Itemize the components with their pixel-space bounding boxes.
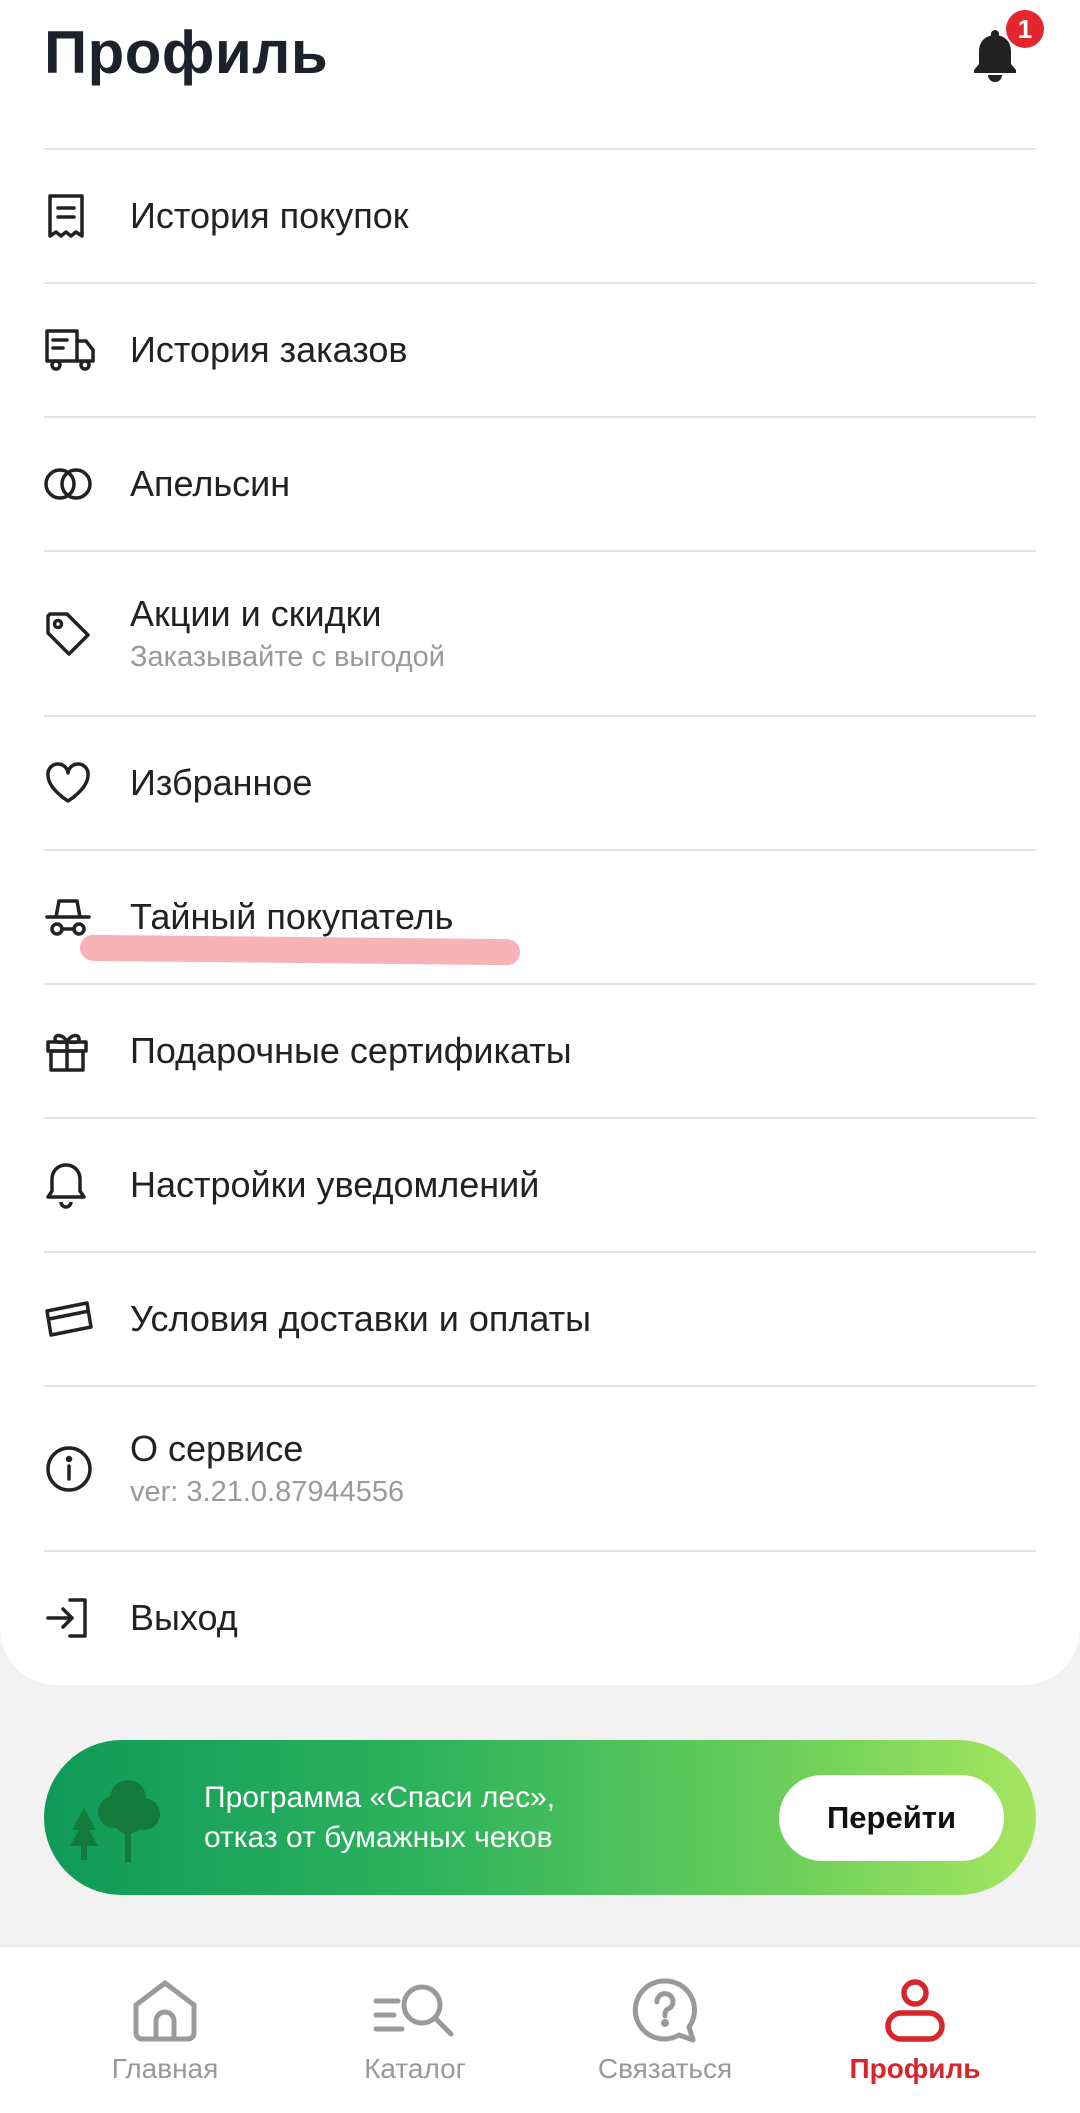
- menu-item-purchase-history[interactable]: История покупок: [44, 148, 1036, 282]
- receipt-icon: [44, 186, 104, 246]
- header: Профиль 1: [44, 0, 1044, 148]
- menu-item-about[interactable]: О сервисе ver: 3.21.0.87944556: [44, 1385, 1036, 1550]
- profile-icon: [885, 1979, 945, 2042]
- menu-item-order-history[interactable]: История заказов: [44, 282, 1036, 416]
- trees-icon: [62, 1768, 182, 1873]
- highlight-mark: [79, 934, 521, 966]
- notifications-button[interactable]: 1: [956, 10, 1044, 90]
- profile-menu: История покупок История заказов Апельсин…: [44, 148, 1036, 1684]
- catalog-search-icon: [373, 1984, 454, 2037]
- tab-contact[interactable]: Связаться: [565, 1947, 765, 2113]
- menu-item-gift-cards[interactable]: Подарочные сертификаты: [44, 983, 1036, 1117]
- promo-line-1: Программа «Спаси лес»,: [204, 1781, 556, 1814]
- menu-item-label: Подарочные сертификаты: [130, 1030, 572, 1071]
- menu-item-label: Акции и скидки: [130, 593, 382, 634]
- card-icon: [44, 1289, 104, 1349]
- menu-item-label: Апельсин: [130, 463, 291, 504]
- tab-label: Связаться: [597, 2053, 733, 2084]
- menu-item-label: История покупок: [130, 195, 409, 236]
- tab-label: Главная: [111, 2053, 219, 2084]
- home-icon: [133, 1980, 197, 2042]
- bell-icon: [44, 1155, 104, 1215]
- tab-profile[interactable]: Профиль: [815, 1947, 1015, 2113]
- menu-item-apelsin[interactable]: Апельсин: [44, 416, 1036, 550]
- menu-item-notification-settings[interactable]: Настройки уведомлений: [44, 1117, 1036, 1251]
- menu-item-label: О сервисе: [130, 1428, 304, 1469]
- promo-text: Программа «Спаси лес», отказ от бумажных…: [204, 1778, 555, 1858]
- rings-icon: [44, 454, 104, 514]
- notification-badge: 1: [1006, 10, 1044, 48]
- menu-item-promotions[interactable]: Акции и скидки Заказывайте с выгодой: [44, 550, 1036, 715]
- menu-item-label: Тайный покупатель: [130, 896, 454, 937]
- tag-icon: [44, 604, 104, 664]
- tab-label: Профиль: [849, 2053, 981, 2084]
- menu-item-favorites[interactable]: Избранное: [44, 715, 1036, 849]
- menu-item-label: История заказов: [130, 329, 408, 370]
- logout-icon: [44, 1588, 104, 1648]
- tab-home[interactable]: Главная: [65, 1947, 265, 2113]
- tab-label: Каталог: [364, 2053, 466, 2084]
- menu-item-label: Избранное: [130, 762, 313, 803]
- save-forest-promo[interactable]: Программа «Спаси лес», отказ от бумажных…: [44, 1740, 1036, 1895]
- menu-item-label: Настройки уведомлений: [130, 1164, 540, 1205]
- profile-card: Профиль 1 История покупок История заказо…: [0, 0, 1080, 1685]
- help-chat-icon: [632, 1978, 697, 2043]
- app-version: ver: 3.21.0.87944556: [130, 1476, 405, 1508]
- bottom-tab-bar: Главная Каталог Связаться Профиль: [0, 1946, 1080, 2113]
- menu-item-subtitle: Заказывайте с выгодой: [130, 641, 445, 673]
- promo-line-2: отказ от бумажных чеков: [204, 1821, 553, 1854]
- menu-item-label: Условия доставки и оплаты: [130, 1298, 591, 1339]
- menu-item-label: Выход: [130, 1597, 238, 1638]
- delivery-truck-icon: [44, 320, 104, 380]
- menu-item-secret-shopper[interactable]: Тайный покупатель: [44, 849, 1036, 983]
- heart-icon: [44, 753, 104, 813]
- info-icon: [44, 1439, 104, 1499]
- promo-go-button[interactable]: Перейти: [779, 1775, 1004, 1861]
- menu-item-logout[interactable]: Выход: [44, 1550, 1036, 1684]
- menu-item-delivery-terms[interactable]: Условия доставки и оплаты: [44, 1251, 1036, 1385]
- tab-catalog[interactable]: Каталог: [315, 1947, 515, 2113]
- page-title: Профиль: [44, 19, 329, 86]
- gift-icon: [44, 1021, 104, 1081]
